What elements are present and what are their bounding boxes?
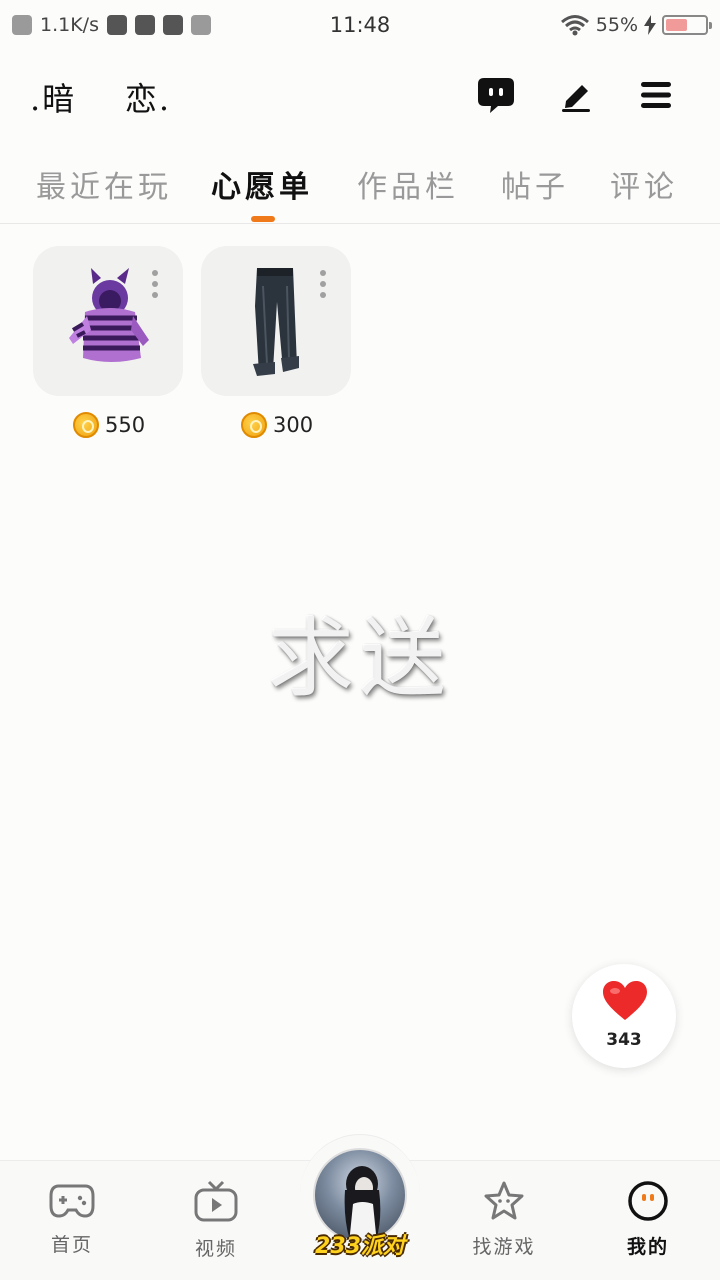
gamepad-icon <box>49 1184 95 1218</box>
face-icon <box>628 1181 668 1221</box>
party-label[interactable]: 233派对 <box>300 1228 420 1260</box>
wifi-icon <box>560 15 589 36</box>
wishlist-item-hoodie[interactable] <box>33 246 183 396</box>
active-tab-indicator <box>251 216 275 222</box>
overlay-caption: 求送 <box>268 609 452 709</box>
profile-header: .暗 恋. <box>0 60 720 130</box>
status-right: 55% <box>560 14 712 36</box>
status-bar: 1.1K/s 11:48 55% <box>0 0 720 50</box>
hoodie-image <box>69 268 149 362</box>
nav-me-label: 我的 <box>626 1236 669 1258</box>
menu-icon[interactable] <box>635 74 677 116</box>
message-icon <box>162 15 183 35</box>
chat-bubble-icon[interactable] <box>475 74 517 116</box>
nav-video-label: 视频 <box>194 1238 237 1260</box>
profile-name: .暗 恋. <box>30 80 172 118</box>
battery-icon <box>662 15 712 35</box>
storage-icon <box>190 15 211 35</box>
coin-icon <box>73 412 99 438</box>
profile-tabs: 最近在玩 心愿单 作品栏 帖子 评论 <box>0 150 720 224</box>
wishlist-item-jeans[interactable] <box>201 246 351 396</box>
like-button[interactable]: 343 <box>572 964 676 1068</box>
tv-play-icon <box>194 1180 238 1222</box>
tab-recently-played[interactable]: 最近在玩 <box>36 162 172 206</box>
item-more-button[interactable] <box>319 270 327 298</box>
price-value: 550 <box>105 413 146 437</box>
tab-works[interactable]: 作品栏 <box>357 162 459 206</box>
item-price: 550 <box>73 410 145 440</box>
tab-wishlist[interactable]: 心愿单 <box>211 162 313 206</box>
tab-posts[interactable]: 帖子 <box>501 162 569 206</box>
nav-video[interactable]: 视频 <box>161 1180 271 1270</box>
charging-icon <box>644 15 656 35</box>
heart-icon <box>603 981 647 1020</box>
battery-level <box>666 19 687 31</box>
net-speed: 1.1K/s <box>40 14 99 36</box>
item-more-button[interactable] <box>151 270 159 298</box>
star-icon <box>484 1181 524 1220</box>
jeans-image <box>253 268 299 376</box>
notification-icon <box>106 15 127 35</box>
coin-icon <box>241 412 267 438</box>
nav-find-games-label: 找游戏 <box>472 1236 536 1258</box>
nav-me[interactable]: 我的 <box>593 1180 703 1270</box>
nav-home[interactable]: 首页 <box>17 1180 127 1270</box>
tab-comments[interactable]: 评论 <box>610 162 678 206</box>
nav-home-label: 首页 <box>50 1234 93 1256</box>
app-icon <box>134 15 155 35</box>
item-price: 300 <box>241 410 313 440</box>
like-count: 343 <box>606 1030 642 1050</box>
close-box-icon <box>12 15 32 35</box>
status-left: 1.1K/s <box>12 14 211 36</box>
price-value: 300 <box>273 413 314 437</box>
nav-find-games[interactable]: 找游戏 <box>449 1180 559 1270</box>
pen-icon[interactable] <box>555 74 597 116</box>
battery-percent: 55% <box>595 14 638 36</box>
